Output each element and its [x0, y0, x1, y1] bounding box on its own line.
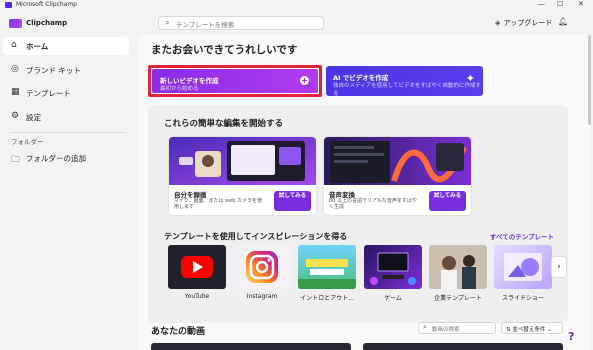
template-card-youtube[interactable]: YouTube [168, 245, 226, 305]
template-label: ゲーム [384, 295, 402, 302]
text-to-speech-card[interactable]: 音声変換 80 以上の言語でリアルな音声をすばやく生成 試してみる [324, 137, 471, 215]
template-card-corporate[interactable]: 企業テンプレート [429, 245, 487, 305]
diamond-icon: ◈ [495, 19, 501, 27]
ai-video-subtitle: 独自のメディアを使用してビデオをすばやく自動的に作成する [333, 83, 481, 97]
add-folder-icon: 🗀 [11, 155, 21, 165]
sidebar-item-label: ホーム [26, 42, 49, 51]
tts-try-button[interactable]: 試してみる [429, 191, 466, 211]
notification-bell-icon[interactable]: 🔔︎ [558, 17, 568, 26]
slideshow-thumbnail [494, 245, 552, 289]
instagram-thumbnail [233, 245, 291, 289]
quick-edits-panel: これらの簡単な編集を開始する 自分を録画 マイク、画面、または web カメラを… [148, 105, 568, 323]
template-card-slideshow[interactable]: スライドショー [494, 245, 552, 305]
sparkle-icon: ✦ [465, 72, 475, 85]
sidebar-item-settings[interactable]: ⚙ 設定 [3, 108, 129, 126]
record-desc: マイク、画面、または web カメラを使用します [174, 198, 262, 210]
video-thumbnail[interactable] [151, 343, 351, 350]
template-icon: ▦ [11, 87, 20, 97]
record-yourself-card[interactable]: 自分を録画 マイク、画面、または web カメラを使用します 試してみる [169, 137, 316, 215]
upgrade-label: アップグレード [503, 19, 553, 27]
template-label: Instagram [246, 293, 278, 300]
upgrade-button[interactable]: ◈ アップグレード [495, 18, 552, 28]
sidebar-item-brand-kit[interactable]: ◎ ブランド キット [3, 61, 129, 79]
video-search-placeholder: 動画の検索 [432, 327, 460, 333]
sort-label: 並べ替え条件 [512, 327, 546, 333]
sidebar-divider [10, 132, 126, 133]
home-icon: ⌂ [11, 40, 17, 50]
close-button[interactable]: ✕ [578, 0, 584, 8]
minimize-button[interactable]: — [538, 0, 545, 8]
sidebar-item-label: ブランド キット [26, 66, 81, 75]
brand-kit-icon: ◎ [11, 64, 19, 74]
window-title: Microsoft Clipchamp [16, 1, 77, 8]
create-ai-video-button[interactable]: AI でビデオを作成 独自のメディアを使用してビデオをすばやく自動的に作成する … [326, 66, 483, 97]
sort-dropdown[interactable]: ⇅ 並べ替え条件 ⌄ [501, 322, 563, 334]
next-templates-arrow-icon[interactable]: › [552, 257, 566, 277]
gear-icon: ⚙ [11, 111, 20, 121]
sidebar-item-label: 設定 [26, 113, 41, 122]
gaming-thumbnail [364, 245, 422, 289]
template-card-gaming[interactable]: ゲーム [364, 245, 422, 305]
clipchamp-logo-icon [9, 19, 22, 28]
plus-icon: + [300, 76, 309, 85]
tts-desc: 80 以上の言語でリアルな音声をすばやく生成 [329, 198, 417, 210]
main-scrollbar[interactable] [588, 35, 591, 125]
all-templates-link[interactable]: すべてのテンプレート [490, 231, 554, 241]
page-title: またお会いできてうれしいです [151, 44, 298, 56]
top-bar: Clipchamp ⌕ テンプレートを検索 ◈ アップグレード 🔔︎ [0, 11, 593, 35]
create-new-video-card: 新しいビデオを作成 最初から始める + [152, 69, 318, 93]
add-folder-button[interactable]: 🗀 フォルダーの追加 [3, 149, 129, 167]
template-label: YouTube [184, 293, 210, 300]
quick-edits-heading: これらの簡単な編集を開始する [164, 119, 284, 129]
template-label: イントロとアウト... [300, 295, 354, 302]
video-search-input[interactable]: ⌕ 動画の検索 [418, 322, 496, 334]
template-card-instagram[interactable]: Instagram [233, 245, 291, 305]
folder-heading: フォルダー [11, 138, 44, 146]
search-icon: ⌕ [165, 18, 170, 27]
template-search-input[interactable]: ⌕ テンプレートを検索 [158, 16, 324, 30]
search-placeholder: テンプレートを検索 [176, 21, 235, 29]
template-card-intro-outro[interactable]: イントロとアウト... [298, 245, 356, 305]
help-icon[interactable]: ? [568, 330, 574, 343]
template-label: スライドショー [501, 295, 544, 302]
youtube-thumbnail [168, 245, 226, 289]
tts-thumbnail-image [324, 137, 471, 185]
intro-outro-thumbnail [298, 245, 356, 289]
add-folder-label: フォルダーの追加 [26, 154, 86, 163]
record-try-button[interactable]: 試してみる [274, 191, 311, 211]
sidebar-item-label: テンプレート [26, 89, 71, 98]
your-videos-heading: あなたの動画 [151, 327, 206, 337]
templates-heading: テンプレートを使用してインスピレーションを得る [164, 232, 348, 241]
template-label: 企業テンプレート [434, 295, 482, 302]
search-icon: ⌕ [423, 323, 427, 331]
chevron-down-icon: ⌄ [545, 327, 552, 333]
new-video-subtitle: 最初から始める [160, 86, 199, 92]
window-titlebar: Microsoft Clipchamp — ☐ ✕ [0, 0, 593, 11]
brand-name: Clipchamp [26, 19, 68, 27]
main-content: またお会いできてうれしいです 新しいビデオを作成 最初から始める + AI でビ… [137, 35, 590, 350]
record-thumbnail-image [169, 137, 316, 185]
maximize-button[interactable]: ☐ [557, 0, 563, 8]
sidebar-item-home[interactable]: ⌂ ホーム [3, 37, 129, 55]
sidebar-item-templates[interactable]: ▦ テンプレート [3, 84, 129, 102]
video-thumbnail[interactable] [363, 343, 563, 350]
sidebar: ⌂ ホーム ◎ ブランド キット ▦ テンプレート ⚙ 設定 フォルダー 🗀 フ… [0, 35, 133, 350]
create-new-video-button[interactable]: 新しいビデオを作成 最初から始める + [148, 65, 322, 97]
corporate-thumbnail [429, 245, 487, 289]
app-icon [5, 2, 12, 8]
